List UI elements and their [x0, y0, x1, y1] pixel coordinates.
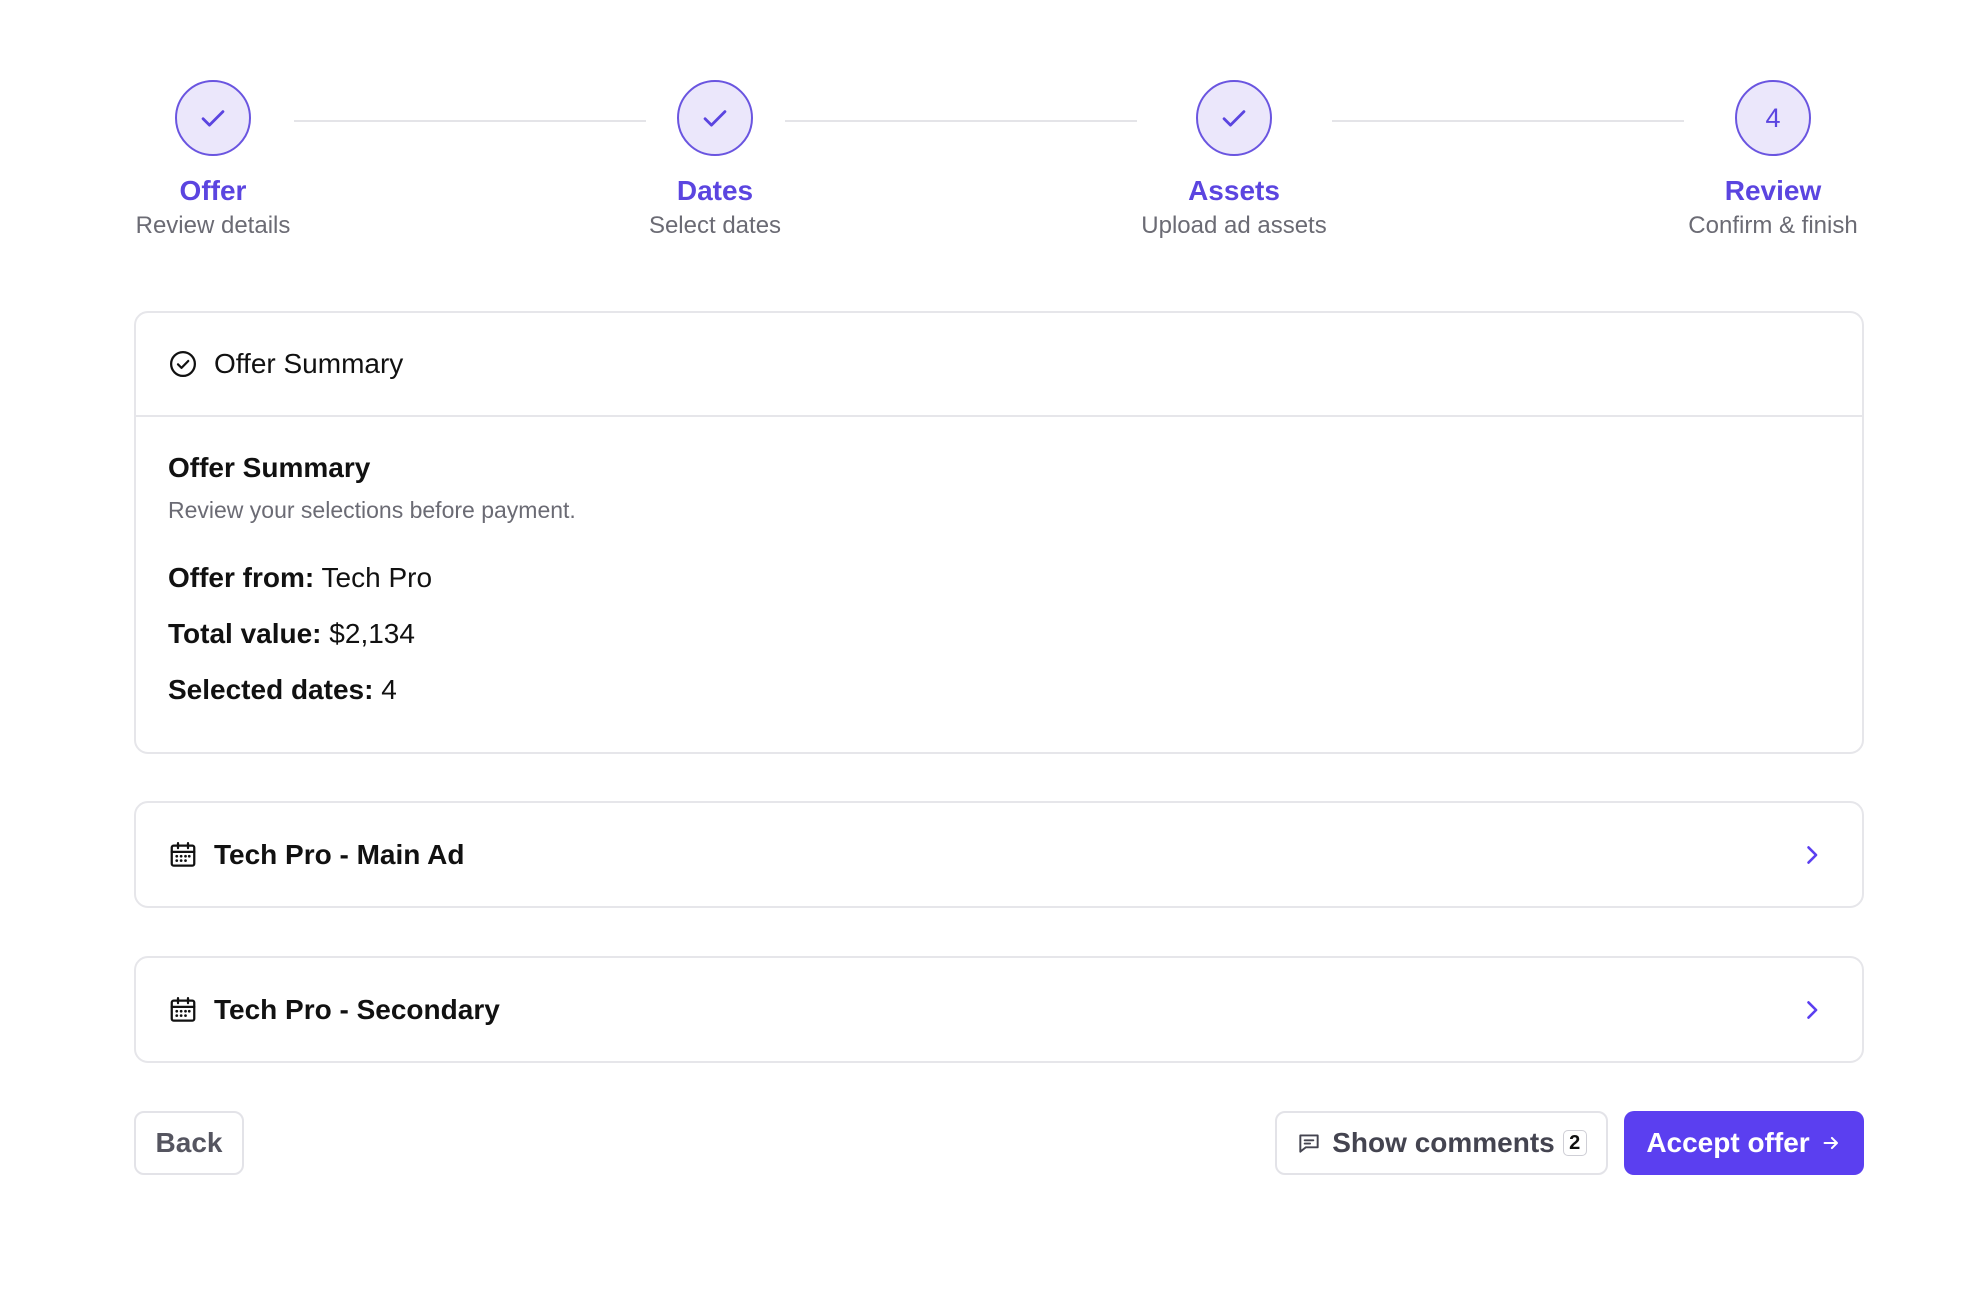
check-circle-icon — [168, 349, 198, 379]
step-title: Assets — [1188, 175, 1280, 206]
step-complete-indicator — [175, 80, 251, 156]
step-complete-indicator — [677, 80, 753, 156]
calendar-icon — [168, 995, 198, 1025]
comments-count-badge: 2 — [1562, 1130, 1587, 1156]
checkmark-icon — [1222, 110, 1246, 127]
arrow-right-icon — [1820, 1132, 1842, 1154]
ad-title: Tech Pro - Secondary — [214, 993, 500, 1025]
checkmark-icon — [703, 110, 727, 127]
offer-summary-title: Offer Summary — [168, 452, 371, 483]
step-title: Offer — [179, 175, 247, 206]
checkmark-icon — [201, 110, 225, 127]
step-dates[interactable]: Dates Select dates — [565, 80, 865, 241]
detail-value: $2,134 — [329, 618, 415, 649]
selected-dates-row: Selected dates: 4 — [168, 673, 1830, 707]
step-number: 4 — [1765, 102, 1781, 133]
offer-summary-description: Review your selections before payment. — [168, 497, 576, 523]
step-review[interactable]: 4 Review Confirm & finish — [1623, 80, 1923, 241]
step-offer[interactable]: Offer Review details — [63, 80, 363, 241]
detail-label: Offer from: — [168, 562, 315, 593]
ad-title: Tech Pro - Main Ad — [214, 838, 465, 870]
step-subtitle: Upload ad assets — [1141, 212, 1327, 239]
accept-offer-label: Accept offer — [1646, 1127, 1810, 1158]
detail-label: Total value: — [168, 618, 322, 649]
step-complete-indicator — [1196, 80, 1272, 156]
step-subtitle: Confirm & finish — [1688, 212, 1858, 239]
chevron-right-icon[interactable] — [1798, 996, 1826, 1024]
show-comments-button[interactable]: Show comments 2 — [1275, 1111, 1608, 1175]
offer-details-list: Offer from: Tech Pro Total value: $2,134… — [168, 561, 1830, 707]
total-value-row: Total value: $2,134 — [168, 617, 1830, 651]
offer-summary-body: Offer Summary Review your selections bef… — [136, 417, 1862, 707]
message-square-icon — [1296, 1130, 1322, 1156]
offer-from-row: Offer from: Tech Pro — [168, 561, 1830, 595]
back-button[interactable]: Back — [134, 1111, 244, 1175]
offer-summary-header-label: Offer Summary — [214, 348, 404, 379]
step-subtitle: Review details — [135, 212, 291, 239]
step-subtitle: Select dates — [648, 212, 782, 239]
step-title: Dates — [676, 175, 754, 206]
offer-summary-card: Offer Summary Offer Summary Review your … — [134, 311, 1864, 754]
step-number-indicator: 4 — [1735, 80, 1811, 156]
offer-summary-header[interactable]: Offer Summary — [136, 313, 1862, 417]
chevron-right-icon[interactable] — [1798, 841, 1826, 869]
step-assets[interactable]: Assets Upload ad assets — [1084, 80, 1384, 241]
step-title: Review — [1724, 175, 1822, 206]
accept-offer-button[interactable]: Accept offer — [1624, 1111, 1864, 1175]
ad-card-main[interactable]: Tech Pro - Main Ad — [134, 801, 1864, 908]
ad-card-secondary[interactable]: Tech Pro - Secondary — [134, 956, 1864, 1063]
detail-label: Selected dates: — [168, 674, 374, 705]
back-button-label: Back — [155, 1127, 223, 1158]
detail-value: Tech Pro — [321, 562, 433, 593]
calendar-icon — [168, 840, 198, 870]
show-comments-label: Show comments — [1332, 1127, 1555, 1158]
progress-stepper: Offer Review details Dates Select dates … — [0, 0, 1982, 260]
detail-value: 4 — [381, 674, 397, 705]
